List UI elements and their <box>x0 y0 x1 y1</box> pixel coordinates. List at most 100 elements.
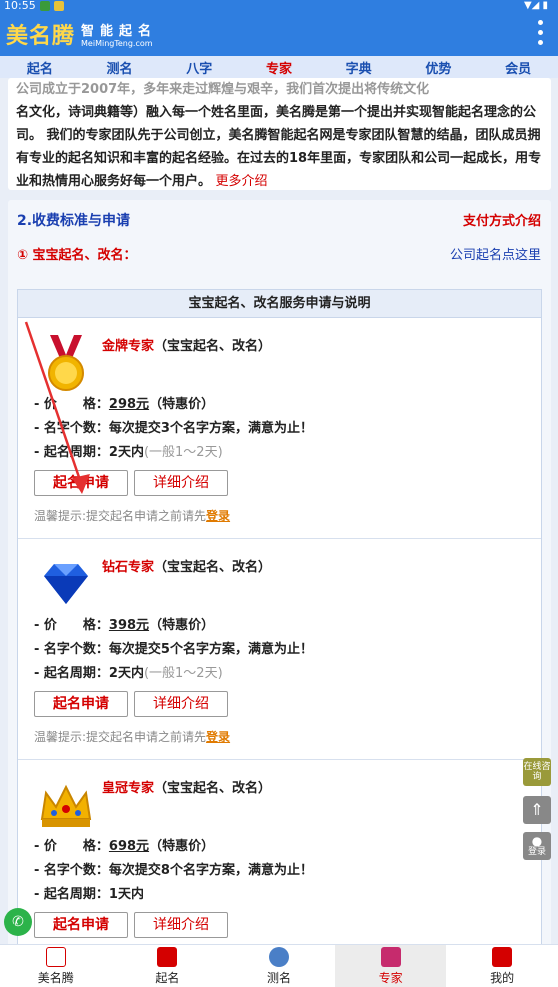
expert-icon <box>380 946 401 967</box>
detail-button[interactable]: 详细介绍 <box>134 912 228 938</box>
plan-title: 皇冠专家 <box>102 781 155 796</box>
detail-button[interactable]: 详细介绍 <box>134 470 228 496</box>
period-label: - 起名周期： <box>34 666 109 681</box>
nav-item-ceming[interactable]: 测名 <box>107 58 133 77</box>
period-line: - 起名周期：1天内 <box>34 883 144 902</box>
brand-logo[interactable]: 美名腾 <box>6 18 75 50</box>
count-label: - 名字个数： <box>34 642 109 657</box>
online-consult-label: 在线咨询 <box>523 762 551 782</box>
online-consult-button[interactable]: 在线咨询 <box>523 758 551 786</box>
tab-qiming-label: 起名 <box>155 970 180 985</box>
count-value: 每次提交3个名字方案，满意为止！ <box>108 421 313 436</box>
brand-slogan: 智能起名 MeiMingTeng.com <box>81 20 157 48</box>
login-link[interactable]: 登录 <box>206 509 230 523</box>
side-login-button[interactable]: ● 登录 <box>523 832 551 860</box>
status-time: 10:55 <box>4 0 36 12</box>
side-login-label: 登录 <box>527 847 546 857</box>
plan-scope: （宝宝起名、改名） <box>154 339 272 354</box>
card-header: 宝宝起名、改名服务申请与说明 <box>18 290 541 318</box>
period-line: - 起名周期：2天内(一般1～2天) <box>34 662 223 681</box>
plan-scope: （宝宝起名、改名） <box>154 781 272 796</box>
price-value: 698元 <box>108 839 150 854</box>
login-tip: 温馨提示:提交起名申请之前请先登录 <box>34 728 230 745</box>
login-link[interactable]: 登录 <box>206 730 230 744</box>
tab-ceming-label: 测名 <box>266 970 291 985</box>
period-note: (一般1～2天) <box>143 445 223 460</box>
tab-mine[interactable]: 我的 <box>446 945 558 987</box>
arrow-up-icon: ⇑ <box>530 800 544 819</box>
count-value: 每次提交5个名字方案，满意为止！ <box>108 642 313 657</box>
period-label: - 起名周期： <box>34 887 109 902</box>
intro-panel: 公司成立于2007年，多年来走过辉煌与艰辛，我们首次提出将传统文化 名文化，诗词… <box>8 78 551 190</box>
plan-diamond: 钻石专家（宝宝起名、改名） - 价 格：398元（特惠价） - 名字个数：每次提… <box>18 540 541 760</box>
top-nav: 起名 测名 八字 专家 字典 优势 会员 <box>0 56 558 78</box>
tab-ceming[interactable]: 测名 <box>223 945 335 987</box>
wechat-icon[interactable]: ✆ <box>4 908 32 936</box>
tab-zhuanjia[interactable]: 专家 <box>334 945 447 987</box>
status-bar: 10:55 ▼◢ ▮ <box>0 0 558 12</box>
nav-item-qiming[interactable]: 起名 <box>27 58 53 77</box>
period-value: 2天内 <box>108 445 144 460</box>
user-icon: ● <box>531 834 543 848</box>
price-value: 298元 <box>108 397 150 412</box>
nav-item-huiyuan[interactable]: 会员 <box>505 58 531 77</box>
profile-icon <box>492 946 513 967</box>
nav-item-youshi[interactable]: 优势 <box>425 58 451 77</box>
price-label: - 价 格： <box>34 839 109 854</box>
company-naming-link[interactable]: 公司起名点这里 <box>450 244 541 263</box>
tip-text: 温馨提示:提交起名申请之前请先 <box>34 509 207 523</box>
intro-text: 名文化，诗词典籍等）融入每一个姓名里面，美名腾是第一个提出并实现智能起名理念的公… <box>16 105 542 189</box>
back-to-top-button[interactable]: ⇑ <box>523 796 551 824</box>
naming-icon <box>157 946 178 967</box>
price-note: （特惠价） <box>149 397 215 412</box>
plan-title: 钻石专家 <box>102 560 155 575</box>
nav-item-bazi[interactable]: 八字 <box>186 58 212 77</box>
login-tip: 温馨提示:提交起名申请之前请先登录 <box>34 507 230 524</box>
plan-title: 金牌专家 <box>102 339 155 354</box>
crown-icon <box>40 784 92 827</box>
tab-home-label: 美名腾 <box>37 970 74 985</box>
period-note: (一般1～2天) <box>143 666 223 681</box>
plan-name: 皇冠专家（宝宝起名、改名） <box>102 777 271 796</box>
price-note: （特惠价） <box>149 618 215 633</box>
count-value: 每次提交8个名字方案，满意为止！ <box>108 863 313 878</box>
tab-home[interactable]: 美名腾 <box>0 945 112 987</box>
nav-item-zhuanjia[interactable]: 专家 <box>266 58 292 77</box>
annotation-arrow <box>24 321 90 494</box>
price-value: 398元 <box>108 618 150 633</box>
price-label: - 价 格： <box>34 618 109 633</box>
nav-item-zidian[interactable]: 字典 <box>346 58 372 77</box>
test-name-icon <box>268 946 289 967</box>
section-title: 2.收费标准与申请 <box>17 213 131 229</box>
more-intro-link[interactable]: 更多介绍 <box>216 174 268 189</box>
price-line: - 价 格：698元（特惠价） <box>34 835 214 854</box>
period-value: 1天内 <box>108 887 144 902</box>
diamond-icon <box>44 564 88 604</box>
price-note: （特惠价） <box>149 839 215 854</box>
app-notification-icon <box>53 1 64 11</box>
tip-text: 温馨提示:提交起名申请之前请先 <box>34 730 207 744</box>
more-menu-icon[interactable] <box>538 20 544 45</box>
baby-naming-subtitle: ① 宝宝起名、改名： <box>17 248 137 263</box>
period-value: 2天内 <box>108 666 144 681</box>
apply-button[interactable]: 起名申请 <box>34 912 128 938</box>
detail-button[interactable]: 详细介绍 <box>134 691 228 717</box>
payment-methods-link[interactable]: 支付方式介绍 <box>463 210 541 229</box>
intro-faded-line: 公司成立于2007年，多年来走过辉煌与艰辛，我们首次提出将传统文化 <box>16 82 430 97</box>
count-label: - 名字个数： <box>34 863 109 878</box>
slogan-text: 智能起名 <box>81 24 158 39</box>
tab-qiming[interactable]: 起名 <box>112 945 224 987</box>
plan-name: 钻石专家（宝宝起名、改名） <box>102 556 271 575</box>
app-header: 美名腾 智能起名 MeiMingTeng.com <box>0 12 558 56</box>
battery-wifi-icon: ▼◢ ▮ <box>523 0 548 11</box>
apply-button[interactable]: 起名申请 <box>34 691 128 717</box>
plan-name: 金牌专家（宝宝起名、改名） <box>102 335 271 354</box>
tab-mine-label: 我的 <box>490 970 515 985</box>
home-logo-icon <box>45 946 66 967</box>
count-line: - 名字个数：每次提交5个名字方案，满意为止！ <box>34 638 313 657</box>
count-line: - 名字个数：每次提交8个名字方案，满意为止！ <box>34 859 313 878</box>
domain-text: MeiMingTeng.com <box>81 39 153 48</box>
price-line: - 价 格：398元（特惠价） <box>34 614 214 633</box>
plan-scope: （宝宝起名、改名） <box>154 560 272 575</box>
tab-zhuanjia-label: 专家 <box>378 970 403 985</box>
